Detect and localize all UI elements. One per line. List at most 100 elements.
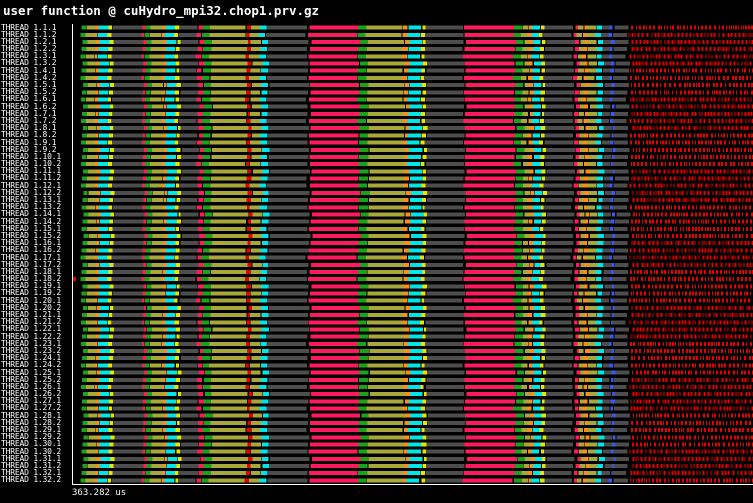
event-tick [712, 370, 714, 375]
state-segment [108, 25, 113, 30]
state-segment [575, 313, 580, 318]
state-segment [574, 406, 579, 411]
state-segment [150, 384, 162, 389]
event-tick [742, 140, 745, 145]
state-segment [310, 83, 359, 88]
event-tick [750, 32, 752, 37]
event-tick [677, 183, 680, 188]
state-segment [164, 456, 168, 461]
state-segment [614, 262, 629, 267]
state-segment [112, 384, 143, 389]
event-tick [713, 32, 716, 37]
state-segment [613, 449, 628, 454]
state-segment [426, 449, 465, 454]
event-tick [720, 226, 722, 231]
event-tick [666, 334, 669, 339]
event-tick [657, 363, 660, 368]
event-tick [693, 190, 695, 195]
state-segment [359, 370, 369, 375]
state-segment [151, 241, 164, 246]
state-segment [402, 298, 408, 303]
state-segment [544, 363, 572, 368]
event-tick [644, 111, 646, 116]
event-tick [670, 377, 673, 382]
state-segment [420, 406, 426, 411]
event-tick [732, 377, 734, 382]
event-tick [721, 349, 724, 354]
state-segment [546, 413, 575, 418]
event-tick [747, 111, 750, 116]
event-tick [723, 234, 725, 239]
timeline-canvas[interactable] [72, 24, 753, 484]
event-tick [708, 334, 710, 339]
state-segment [409, 147, 423, 152]
event-tick [708, 162, 711, 167]
event-tick [655, 320, 658, 325]
state-segment [605, 456, 614, 461]
state-segment [586, 406, 596, 411]
event-tick [684, 97, 686, 102]
state-segment [250, 291, 261, 296]
state-segment [369, 370, 406, 375]
state-segment [180, 154, 199, 159]
event-tick [656, 133, 659, 138]
state-segment [407, 384, 422, 389]
state-segment [81, 183, 87, 188]
event-tick [664, 277, 666, 282]
state-segment [580, 190, 586, 195]
event-tick [746, 305, 748, 310]
state-segment [587, 248, 598, 253]
state-segment [166, 126, 177, 131]
event-tick [631, 370, 633, 375]
state-segment [513, 384, 522, 389]
state-segment [164, 97, 175, 102]
event-tick [708, 140, 710, 145]
state-segment [515, 435, 524, 440]
event-tick [707, 392, 710, 397]
state-segment [197, 377, 202, 382]
state-segment [422, 219, 427, 224]
state-segment [588, 392, 598, 397]
state-segment [310, 334, 360, 339]
state-segment [251, 147, 262, 152]
event-tick [696, 349, 699, 354]
state-segment [464, 47, 515, 52]
event-tick [660, 140, 662, 145]
event-tick [652, 464, 655, 469]
event-tick [642, 248, 645, 253]
event-tick [693, 420, 695, 425]
event-tick [713, 255, 716, 260]
event-tick [740, 162, 743, 167]
event-tick [703, 478, 706, 483]
state-segment [145, 226, 151, 231]
state-segment [98, 471, 108, 476]
state-segment [309, 162, 360, 167]
event-tick [714, 234, 716, 239]
state-segment [87, 464, 98, 469]
state-segment [83, 392, 89, 397]
event-tick [706, 212, 709, 217]
event-tick [633, 147, 635, 152]
state-segment [408, 154, 421, 159]
event-tick [703, 176, 706, 181]
state-segment [611, 349, 615, 354]
state-segment [535, 234, 544, 239]
state-segment [108, 269, 114, 274]
state-segment [175, 25, 180, 30]
state-segment [427, 190, 466, 195]
state-segment [610, 68, 614, 73]
state-segment [146, 420, 152, 425]
event-tick [708, 349, 710, 354]
state-segment [100, 147, 110, 152]
state-segment [603, 392, 612, 397]
state-segment [579, 392, 585, 397]
event-tick [730, 349, 733, 354]
event-tick [651, 205, 654, 210]
event-tick [636, 97, 638, 102]
event-tick [649, 471, 652, 476]
event-tick [666, 248, 668, 253]
event-tick [748, 154, 751, 159]
state-segment [81, 363, 86, 368]
state-segment [546, 356, 574, 361]
event-tick [711, 284, 714, 289]
